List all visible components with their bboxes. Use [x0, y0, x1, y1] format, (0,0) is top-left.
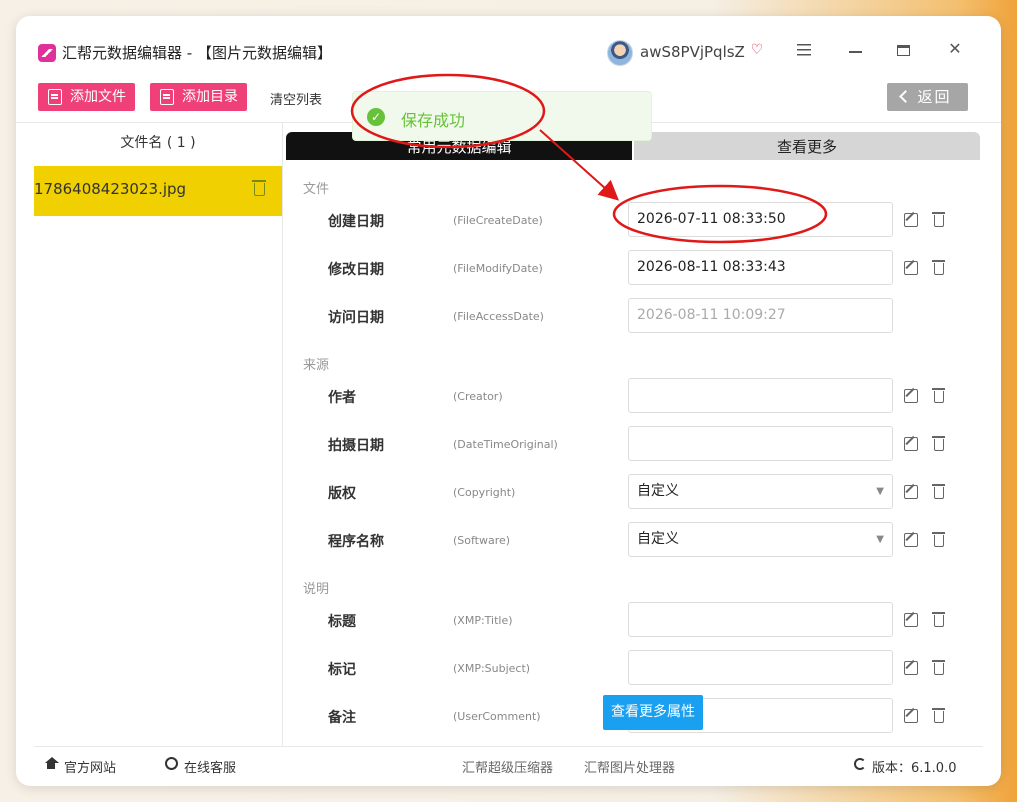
footer: 官方网站 在线客服 汇帮超级压缩器 汇帮图片处理器 版本：6.1.0.0 — [34, 746, 983, 786]
field-tag: (Copyright) — [453, 486, 516, 499]
field-label: 访问日期 — [328, 310, 384, 326]
app-window: 汇帮元数据编辑器 - 【图片元数据编辑】 awS8PVjPqlsZ ♡ ✕ 添加… — [16, 16, 1001, 786]
field-tag: (Creator) — [453, 390, 503, 403]
add-dir-button[interactable]: 添加目录 — [150, 83, 247, 111]
file-list-header: 文件名 ( 1 ) — [120, 135, 196, 151]
creator-input[interactable] — [628, 378, 893, 413]
check-circle-icon: ✓ — [367, 108, 385, 126]
field-label: 版权 — [328, 486, 356, 502]
website-link[interactable]: 官方网站 — [64, 757, 116, 776]
copyright-select[interactable]: 自定义 — [628, 474, 893, 509]
field-label: 标题 — [328, 614, 356, 630]
field-tag: (XMP:Subject) — [453, 662, 531, 675]
field-label: 备注 — [328, 710, 356, 726]
field-label: 修改日期 — [328, 262, 384, 278]
modify-date-input[interactable]: 2026-08-11 08:33:43 — [628, 250, 893, 285]
vip-heart-icon[interactable]: ♡ — [749, 42, 765, 58]
chevron-left-icon — [899, 90, 912, 103]
xmp-subject-input[interactable] — [628, 650, 893, 685]
field-label: 程序名称 — [328, 534, 384, 550]
edit-icon[interactable] — [904, 389, 918, 403]
field-label: 标记 — [328, 662, 356, 678]
add-file-icon — [48, 89, 62, 105]
version-label: 版本：6.1.0.0 — [872, 761, 957, 776]
compressor-link[interactable]: 汇帮超级压缩器 — [462, 757, 553, 776]
view-more-properties-button[interactable]: 查看更多属性 — [603, 695, 703, 730]
file-list-panel: 文件名 ( 1 ) 1786408423023.jpg — [34, 122, 283, 746]
menu-icon[interactable] — [797, 44, 811, 56]
field-label: 创建日期 — [328, 214, 384, 230]
edit-icon[interactable] — [904, 661, 918, 675]
section-file-title: 文件 — [303, 182, 330, 197]
app-logo-icon — [38, 44, 56, 62]
edit-icon[interactable] — [904, 709, 918, 723]
trash-icon[interactable] — [932, 612, 945, 627]
add-file-button[interactable]: 添加文件 — [38, 83, 135, 111]
close-icon[interactable]: ✕ — [948, 41, 962, 57]
field-tag: (FileModifyDate) — [453, 262, 543, 275]
trash-icon[interactable] — [932, 532, 945, 547]
add-dir-label: 添加目录 — [182, 89, 238, 105]
tab-view-more[interactable]: 查看更多 — [634, 132, 980, 160]
clear-list-button[interactable]: 清空列表 — [270, 89, 322, 108]
edit-icon[interactable] — [904, 533, 918, 547]
trash-icon[interactable] — [932, 212, 945, 227]
software-select[interactable]: 自定义 — [628, 522, 893, 557]
edit-icon[interactable] — [904, 261, 918, 275]
edit-icon[interactable] — [904, 485, 918, 499]
image-tool-link[interactable]: 汇帮图片处理器 — [584, 757, 675, 776]
field-tag: (Software) — [453, 534, 511, 547]
edit-icon[interactable] — [904, 613, 918, 627]
customer-service-icon — [165, 757, 178, 770]
section-desc-title: 说明 — [303, 582, 330, 597]
field-tag: (FileCreateDate) — [453, 214, 543, 227]
add-file-label: 添加文件 — [70, 89, 126, 105]
success-toast: ✓ 保存成功 — [352, 91, 652, 141]
username[interactable]: awS8PVjPqlsZ — [640, 43, 745, 61]
field-tag: (FileAccessDate) — [453, 310, 544, 323]
trash-icon[interactable] — [932, 436, 945, 451]
trash-icon[interactable] — [932, 484, 945, 499]
section-source-title: 来源 — [303, 358, 330, 373]
delete-file-icon[interactable] — [252, 180, 266, 196]
trash-icon[interactable] — [932, 708, 945, 723]
add-folder-icon — [160, 89, 174, 105]
create-date-input[interactable]: 2026-07-11 08:33:50 — [628, 202, 893, 237]
edit-icon[interactable] — [904, 437, 918, 451]
field-label: 拍摄日期 — [328, 438, 384, 454]
home-icon — [44, 757, 59, 769]
maximize-icon[interactable] — [897, 45, 910, 56]
online-service-link[interactable]: 在线客服 — [184, 757, 236, 776]
back-button[interactable]: 返回 — [887, 83, 968, 111]
file-list-item[interactable]: 1786408423023.jpg — [34, 166, 282, 216]
title-bar: 汇帮元数据编辑器 - 【图片元数据编辑】 awS8PVjPqlsZ ♡ ✕ — [16, 16, 1001, 76]
trash-icon[interactable] — [932, 660, 945, 675]
trash-icon[interactable] — [932, 260, 945, 275]
back-label: 返回 — [917, 88, 952, 106]
xmp-title-input[interactable] — [628, 602, 893, 637]
update-icon[interactable] — [854, 758, 866, 770]
file-name: 1786408423023.jpg — [34, 180, 187, 198]
field-label: 作者 — [328, 390, 356, 406]
trash-icon[interactable] — [932, 388, 945, 403]
datetime-original-input[interactable] — [628, 426, 893, 461]
minimize-icon[interactable] — [849, 51, 862, 53]
app-title: 汇帮元数据编辑器 - 【图片元数据编辑】 — [62, 44, 332, 62]
field-tag: (UserComment) — [453, 710, 541, 723]
field-tag: (DateTimeOriginal) — [453, 438, 558, 451]
field-tag: (XMP:Title) — [453, 614, 513, 627]
access-date-input: 2026-08-11 10:09:27 — [628, 298, 893, 333]
toast-message: 保存成功 — [401, 111, 466, 130]
avatar[interactable] — [607, 40, 633, 66]
edit-icon[interactable] — [904, 213, 918, 227]
